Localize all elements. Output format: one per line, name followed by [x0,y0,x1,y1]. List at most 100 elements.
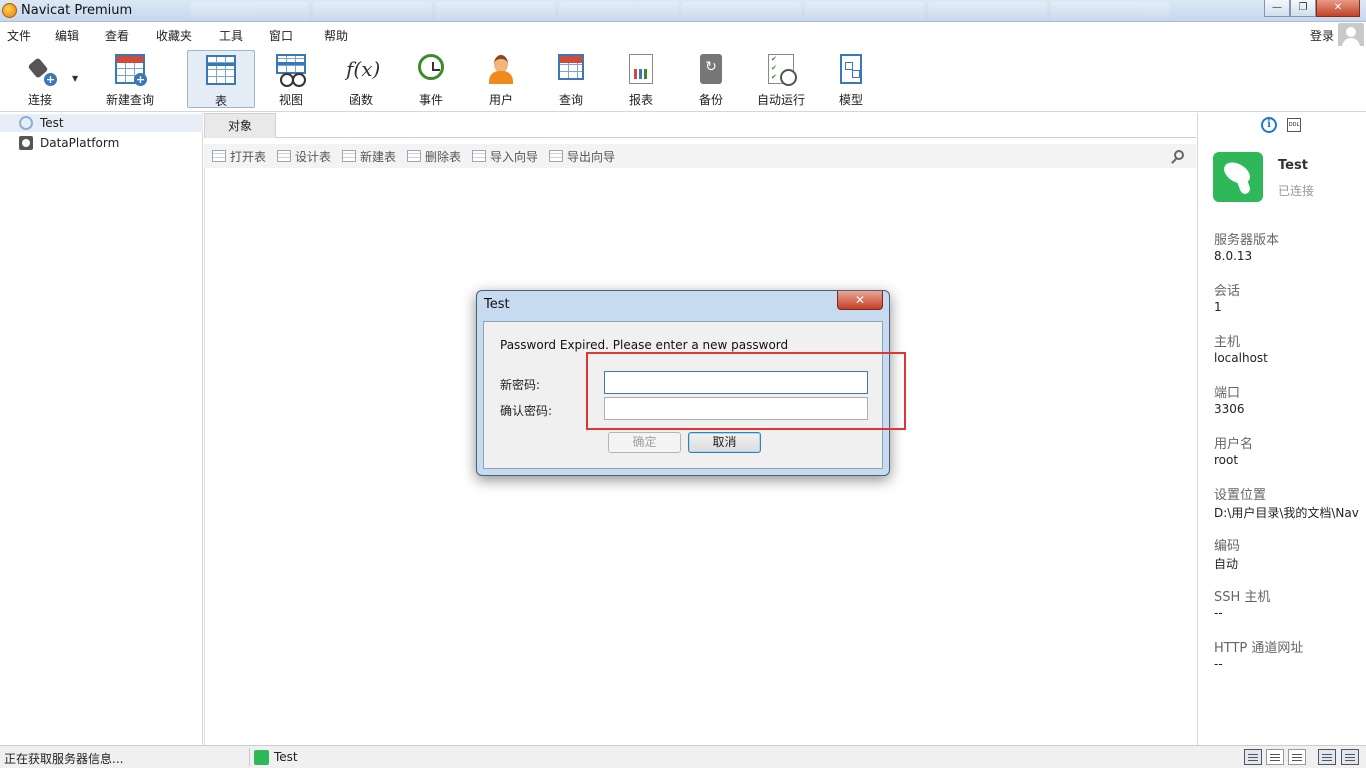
tab-objects[interactable]: 对象 [204,113,276,138]
toggle-navigator-icon[interactable] [1318,749,1336,765]
new-table-icon [342,150,356,162]
connection-status: 已连接 [1278,184,1315,198]
open-table-button[interactable]: 打开表 [210,148,266,165]
connect-button[interactable]: 连接 [6,50,74,108]
grid-view-icon[interactable] [1244,749,1262,765]
prop-label-ssh-host: SSH 主机 [1214,590,1271,605]
delete-table-button[interactable]: 删除表 [405,148,461,165]
status-text: 正在获取服务器信息... [4,752,124,766]
prop-label-sessions: 会话 [1214,284,1241,299]
user-label: 用户 [488,93,513,107]
new-table-button[interactable]: 新建表 [340,148,396,165]
menu-tools[interactable]: 工具 [219,27,243,44]
prop-label-encoding: 编码 [1214,539,1241,554]
open-table-icon [212,150,226,162]
connection-navigator: Test DataPlatform [0,113,203,745]
highlight-annotation-box [586,352,906,430]
prop-value-username: root [1214,453,1239,467]
search-icon[interactable] [1174,150,1184,160]
menu-help[interactable]: 帮助 [324,27,348,44]
info-icon[interactable]: i [1261,117,1277,133]
prop-label-server-version: 服务器版本 [1214,233,1280,248]
tree-item-label: Test [40,116,64,130]
status-active-connection: Test [254,750,298,765]
function-label: 函数 [348,93,373,107]
automation-button[interactable]: 自动运行 [747,50,815,108]
prop-value-encoding: 自动 [1214,557,1239,571]
view-button[interactable]: 视图 [257,50,325,108]
prop-label-http-tunnel: HTTP 通道网址 [1214,641,1304,656]
detail-view-icon[interactable] [1288,749,1306,765]
prop-label-username: 用户名 [1214,437,1254,452]
tab-strip: 对象 [204,113,1196,138]
model-button[interactable]: 模型 [817,50,885,108]
ddl-icon[interactable]: DDL [1287,118,1301,132]
prop-label-host: 主机 [1214,335,1241,350]
window-controls: — ❐ ✕ [1264,0,1360,17]
close-window-button[interactable]: ✕ [1316,0,1360,17]
design-table-button[interactable]: 设计表 [275,148,331,165]
object-toolbar: 打开表 设计表 新建表 删除表 导入向导 导出向导 [204,144,1196,168]
maximize-button[interactable]: ❐ [1290,0,1316,17]
login-link[interactable]: 登录 [1310,27,1334,44]
background-taskbar-tabs [190,0,1170,22]
import-wizard-icon [472,150,486,162]
mysql-connection-icon [254,750,269,765]
report-icon [629,54,653,84]
prop-label-port: 端口 [1214,386,1241,401]
automation-icon [768,54,797,86]
menu-edit[interactable]: 编辑 [55,27,79,44]
dialog-title: Test [484,297,510,312]
function-icon: f(x) [346,57,381,81]
menu-favorites[interactable]: 收藏夹 [156,27,192,44]
toggle-info-panel-icon[interactable] [1341,749,1359,765]
view-icon [276,54,306,87]
prop-value-settings-location: D:\用户目录\我的文档\Nav [1214,506,1359,520]
dialog-close-button[interactable]: ✕ [837,291,883,310]
prop-value-port: 3306 [1214,402,1245,416]
report-label: 报表 [628,93,653,107]
function-button[interactable]: f(x) 函数 [327,50,395,108]
report-button[interactable]: 报表 [607,50,675,108]
query-label: 查询 [558,93,583,107]
export-wizard-button[interactable]: 导出向导 [547,148,615,165]
connection-name: Test [1278,158,1308,173]
plug-icon [25,54,57,86]
automation-label: 自动运行 [756,93,805,107]
menu-view[interactable]: 查看 [105,27,129,44]
menu-file[interactable]: 文件 [7,27,31,44]
table-label: 表 [214,94,227,108]
query-button[interactable]: 查询 [537,50,605,108]
table-button[interactable]: 表 [187,50,255,108]
prop-value-sessions: 1 [1214,300,1222,314]
export-wizard-icon [549,150,563,162]
tree-item-dataplatform[interactable]: DataPlatform [0,134,203,152]
prop-label-settings-location: 设置位置 [1214,488,1267,503]
user-button[interactable]: 用户 [467,50,535,108]
ok-button[interactable]: 确定 [608,432,681,453]
event-clock-icon [418,54,444,80]
query-icon [558,54,584,80]
minimize-button[interactable]: — [1264,0,1290,17]
new-query-button[interactable]: 新建查询 [84,50,176,108]
prop-value-http-tunnel: -- [1214,657,1223,671]
cancel-button[interactable]: 取消 [688,432,761,453]
event-button[interactable]: 事件 [397,50,465,108]
list-view-icon[interactable] [1266,749,1284,765]
tree-item-test[interactable]: Test [0,114,203,132]
new-password-label: 新密码: [500,378,541,392]
import-wizard-button[interactable]: 导入向导 [470,148,538,165]
menu-window[interactable]: 窗口 [269,27,293,44]
window-title: Navicat Premium [21,3,133,18]
backup-icon [700,54,722,84]
connect-dropdown-arrow-icon[interactable]: ▼ [72,74,78,83]
info-panel: i DDL Test 已连接 服务器版本 8.0.13 会话 1 主机 loca… [1197,113,1366,745]
prop-value-ssh-host: -- [1214,606,1223,620]
connect-label: 连接 [27,93,52,107]
new-query-icon [115,54,147,86]
backup-button[interactable]: 备份 [677,50,745,108]
table-icon [206,55,236,85]
event-label: 事件 [418,93,443,107]
navicat-app-icon [2,3,17,18]
new-query-label: 新建查询 [105,93,154,107]
